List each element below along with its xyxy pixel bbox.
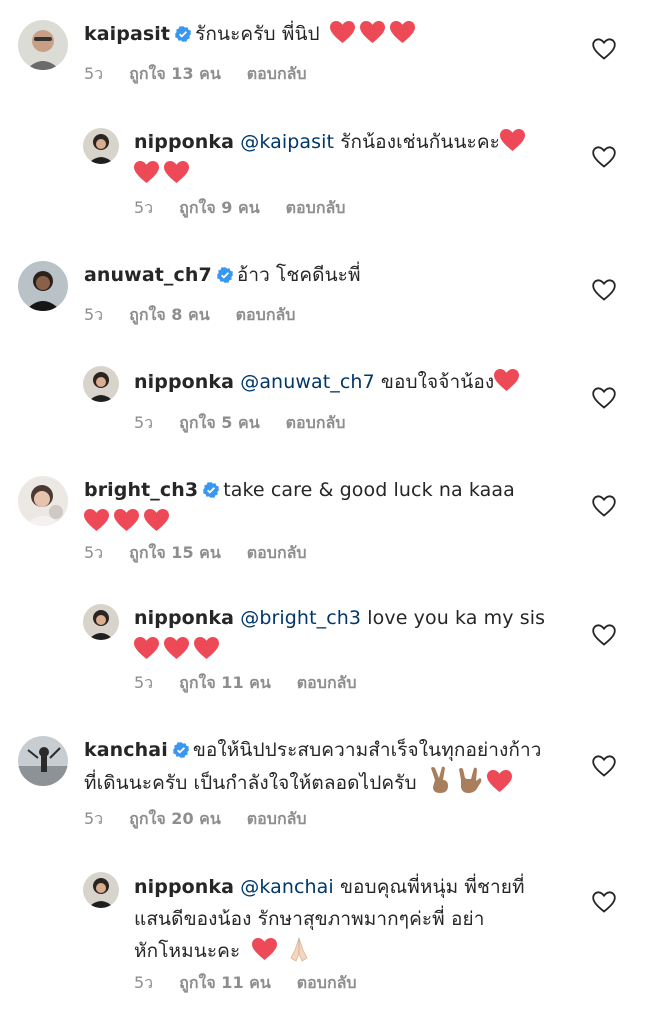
red-heart-emoji — [164, 161, 189, 183]
avatar[interactable] — [83, 128, 119, 164]
comment-meta: 5ว ถูกใจ 11 คน ตอบกลับ — [134, 671, 383, 696]
red-heart-emoji — [329, 21, 355, 43]
red-heart-emoji — [114, 509, 139, 531]
avatar[interactable] — [18, 261, 68, 311]
reply-button[interactable]: ตอบกลับ — [247, 64, 307, 83]
timestamp: 5ว — [134, 973, 154, 992]
red-heart-emoji — [164, 637, 189, 659]
comment-text: ขอบคุณพี่หนุ่ม พี่ชายที่ — [339, 876, 525, 898]
avatar[interactable] — [83, 604, 119, 640]
heart-outline-icon[interactable] — [592, 279, 616, 301]
username[interactable]: anuwat_ch7 — [84, 264, 212, 286]
reply-button[interactable]: ตอบกลับ — [297, 973, 357, 992]
timestamp: 5ว — [84, 809, 104, 828]
red-heart-emoji — [84, 509, 109, 531]
red-heart-emoji — [359, 21, 385, 43]
comment-meta: 5ว ถูกใจ 5 คน ตอบกลับ — [134, 411, 371, 436]
likes-count[interactable]: ถูกใจ 11 คน — [179, 973, 271, 992]
red-heart-emoji — [194, 637, 219, 659]
rock-on-hand-emoji — [458, 767, 482, 793]
avatar[interactable] — [83, 366, 119, 402]
mention-link[interactable]: @bright_ch3 — [240, 607, 361, 629]
comment-text: รักน้องเช่นกันนะคะ — [340, 131, 500, 153]
victory-hand-emoji — [430, 766, 448, 793]
comment-text: อ้าว โชคดีนะพี่ — [236, 264, 361, 286]
folded-hands-emoji — [290, 936, 308, 962]
heart-outline-icon[interactable] — [592, 624, 616, 646]
comment-meta: 5ว ถูกใจ 13 คน ตอบกลับ — [84, 62, 333, 87]
heart-outline-icon[interactable] — [592, 387, 616, 409]
comment-text: ที่เดินนะครับ เป็นกำลังใจให้ตลอดไปครับ — [84, 772, 417, 794]
red-heart-emoji — [494, 369, 520, 391]
comment-meta: 5ว ถูกใจ 20 คน ตอบกลับ — [84, 807, 333, 832]
verified-badge-icon — [216, 267, 233, 283]
red-heart-emoji — [144, 509, 169, 531]
avatar[interactable] — [83, 872, 119, 908]
likes-count[interactable]: ถูกใจ 8 คน — [129, 305, 209, 324]
heart-outline-icon[interactable] — [592, 38, 616, 60]
likes-count[interactable]: ถูกใจ 9 คน — [179, 198, 259, 217]
likes-count[interactable]: ถูกใจ 11 คน — [179, 673, 271, 692]
likes-count[interactable]: ถูกใจ 5 คน — [179, 413, 259, 432]
avatar[interactable] — [18, 20, 68, 70]
mention-link[interactable]: @kanchai — [240, 876, 334, 898]
heart-outline-icon[interactable] — [592, 495, 616, 517]
username[interactable]: kanchai — [84, 739, 168, 761]
timestamp: 5ว — [84, 543, 104, 562]
heart-outline-icon[interactable] — [592, 146, 616, 168]
red-heart-emoji — [134, 637, 159, 659]
reply-button[interactable]: ตอบกลับ — [286, 413, 346, 432]
comment-text: ขอบใจจ้าน้อง — [380, 371, 495, 393]
username[interactable]: nipponka — [134, 131, 234, 153]
reply-button[interactable]: ตอบกลับ — [286, 198, 346, 217]
red-heart-emoji — [389, 21, 415, 43]
avatar[interactable] — [18, 476, 68, 526]
red-heart-emoji — [499, 129, 525, 151]
likes-count[interactable]: ถูกใจ 20 คน — [129, 809, 221, 828]
timestamp: 5ว — [134, 198, 154, 217]
timestamp: 5ว — [134, 673, 154, 692]
heart-outline-icon[interactable] — [592, 755, 616, 777]
timestamp: 5ว — [84, 64, 104, 83]
comment-text: แสนดีของน้อง รักษาสุขภาพมากๆค่ะพี่ อย่า — [134, 908, 485, 930]
reply-button[interactable]: ตอบกลับ — [247, 543, 307, 562]
comment-text: หักโหมนะคะ — [134, 940, 241, 962]
reply-button[interactable]: ตอบกลับ — [236, 305, 296, 324]
red-heart-emoji — [486, 770, 512, 792]
timestamp: 5ว — [84, 305, 104, 324]
mention-link[interactable]: @kaipasit — [240, 131, 334, 153]
username[interactable]: nipponka — [134, 876, 234, 898]
comment-text: รักนะครับ พี่นิป — [195, 23, 320, 45]
username[interactable]: nipponka — [134, 371, 234, 393]
verified-badge-icon — [175, 26, 192, 42]
comment-text: love you ka my sis — [367, 607, 546, 629]
heart-emoji-group — [329, 21, 420, 45]
likes-count[interactable]: ถูกใจ 15 คน — [129, 543, 221, 562]
comment-text: take care & good luck na kaaa — [223, 479, 515, 501]
timestamp: 5ว — [134, 413, 154, 432]
reply-button[interactable]: ตอบกลับ — [247, 809, 307, 828]
comment-text: ขอให้นิปประสบความสำเร็จในทุกอย่างก้าว — [192, 739, 542, 761]
heart-outline-icon[interactable] — [592, 891, 616, 913]
username[interactable]: nipponka — [134, 607, 234, 629]
username[interactable]: bright_ch3 — [84, 479, 198, 501]
comment-meta: 5ว ถูกใจ 15 คน ตอบกลับ — [84, 541, 333, 566]
comment-meta: 5ว ถูกใจ 8 คน ตอบกลับ — [84, 303, 321, 328]
red-heart-emoji — [252, 938, 278, 960]
likes-count[interactable]: ถูกใจ 13 คน — [129, 64, 221, 83]
avatar[interactable] — [18, 736, 68, 786]
verified-badge-icon — [203, 482, 220, 498]
reply-button[interactable]: ตอบกลับ — [297, 673, 357, 692]
comment-meta: 5ว ถูกใจ 9 คน ตอบกลับ — [134, 196, 371, 221]
verified-badge-icon — [172, 742, 189, 758]
username[interactable]: kaipasit — [84, 23, 170, 45]
red-heart-emoji — [134, 161, 159, 183]
mention-link[interactable]: @anuwat_ch7 — [240, 371, 375, 393]
comment-meta: 5ว ถูกใจ 11 คน ตอบกลับ — [134, 971, 383, 996]
